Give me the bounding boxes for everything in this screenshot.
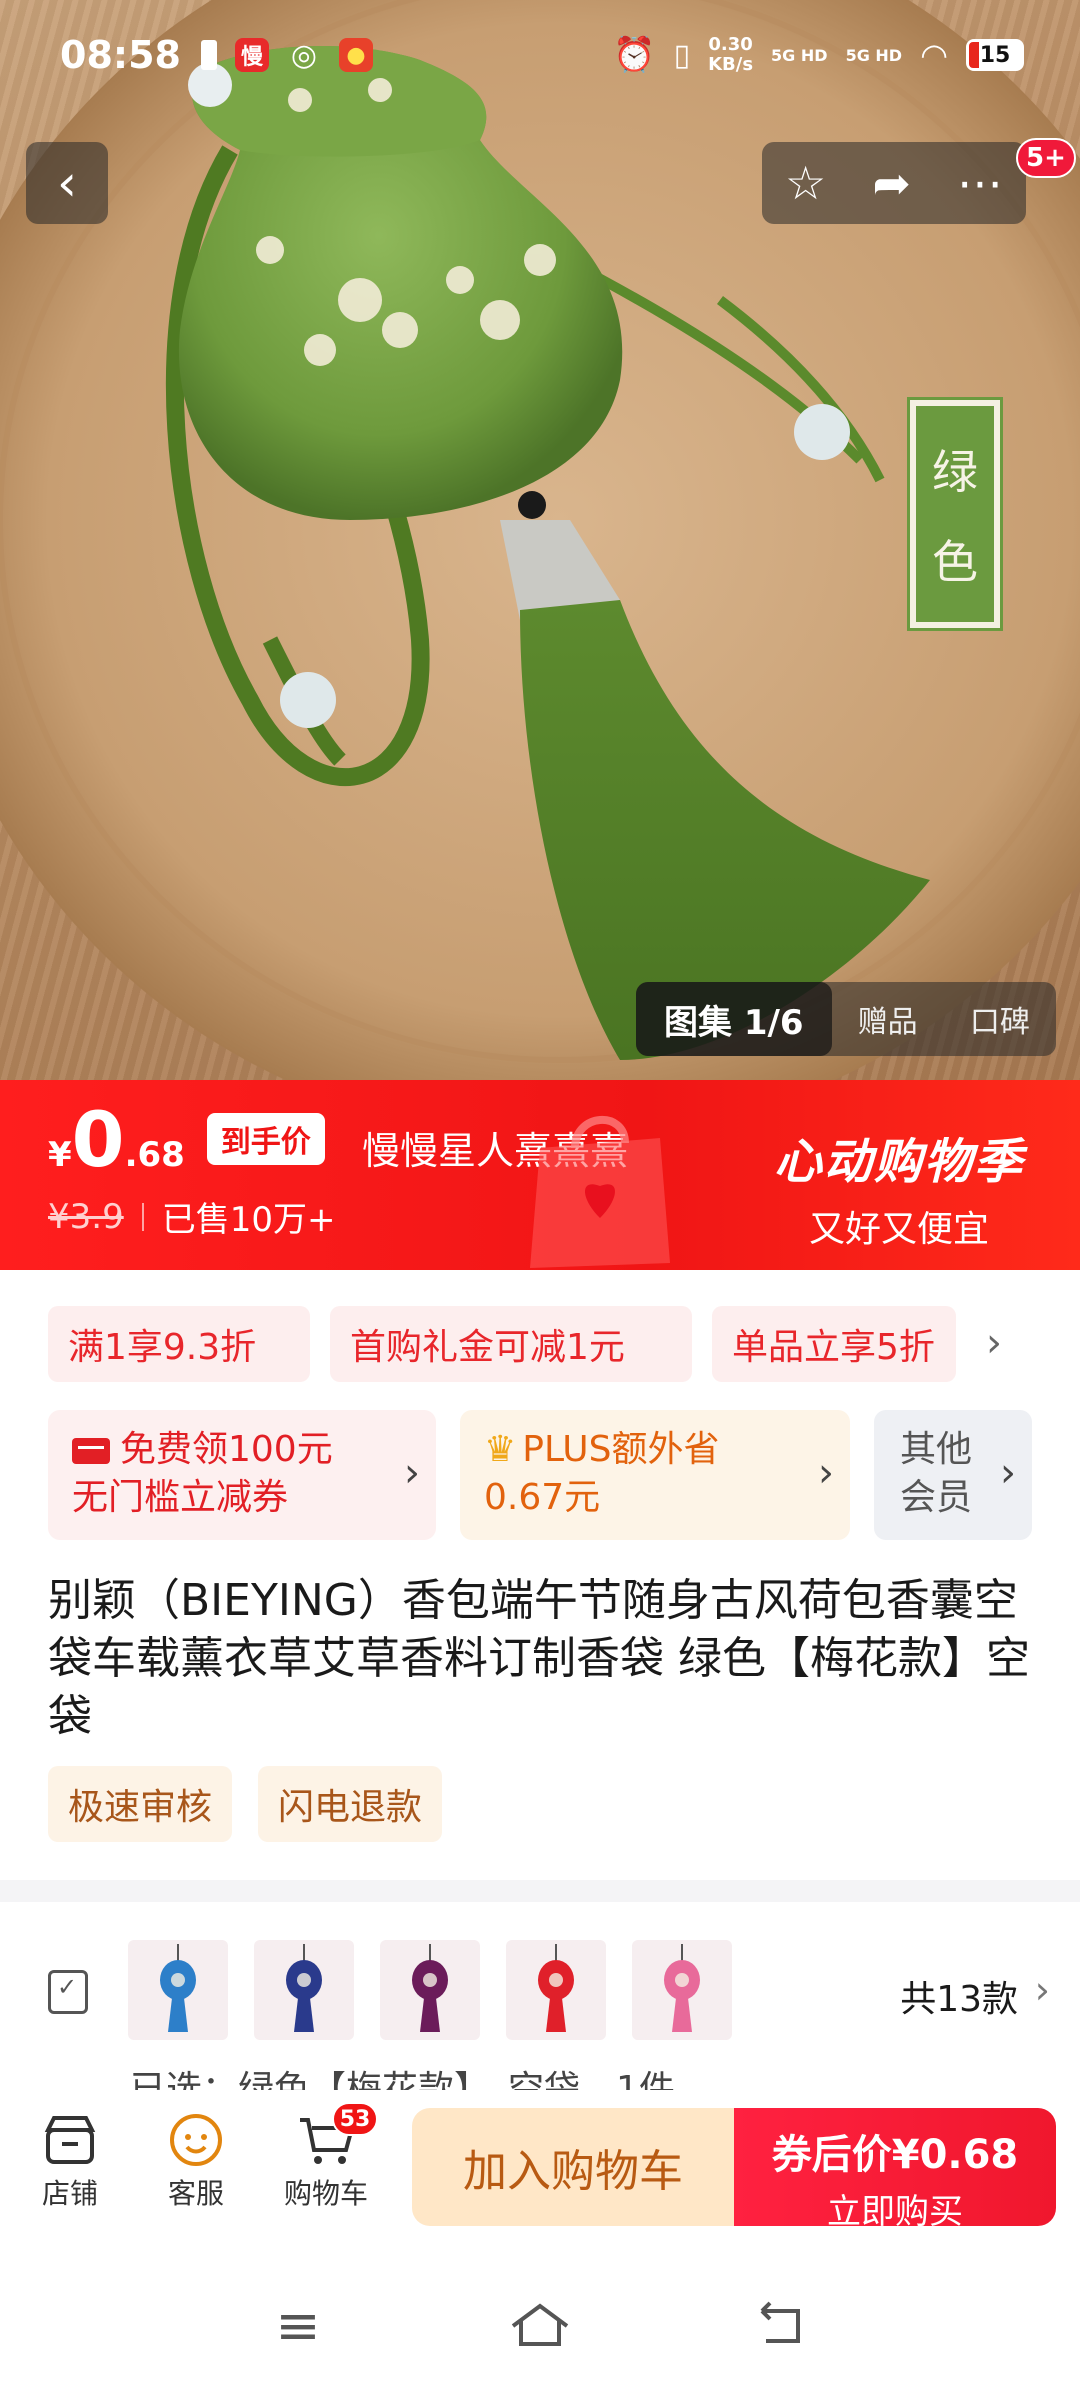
- top-actions: ☆ ➦ ⋯: [762, 142, 1026, 224]
- vibrate-icon: ▯: [673, 37, 691, 73]
- plus-savings-card[interactable]: ♛ PLUS额外省 0.67元 ›: [460, 1410, 850, 1540]
- benefit-cards: 免费领100元 无门槛立减券 › ♛ PLUS额外省 0.67元 › 其他 会员 …: [48, 1410, 1032, 1540]
- variant-selector[interactable]: 共13款 ›: [0, 1940, 1080, 2050]
- app-notification-icon: 慢: [234, 38, 269, 72]
- variant-thumbnail[interactable]: [506, 1940, 606, 2040]
- crown-icon: ♛: [484, 1429, 517, 1470]
- battery-icon: 15: [966, 39, 1024, 71]
- coupon-chips: 满1享9.3折 首购礼金可减1元 单品立享5折: [48, 1306, 956, 1382]
- back-button[interactable]: ‹: [26, 142, 108, 224]
- chevron-left-icon: ‹: [57, 154, 77, 212]
- coupon-chip[interactable]: 首购礼金可减1元: [330, 1306, 692, 1382]
- service-face-icon: [170, 2114, 222, 2166]
- signal-2-icon: 5G HD: [845, 45, 903, 65]
- original-price: ¥3.9: [48, 1196, 124, 1237]
- product-detail-page: 08:58 慢 ◎ ● ⏰ ▯ 0.30 KB/s 5G HD 5G HD ◠ 1…: [0, 0, 1080, 2400]
- customer-service-button[interactable]: 客服: [146, 2108, 246, 2212]
- color-label-tag: 绿 色: [907, 397, 1003, 631]
- tab-gift[interactable]: 赠品: [832, 997, 944, 1041]
- free-coupon-card[interactable]: 免费领100元 无门槛立减券 ›: [48, 1410, 436, 1540]
- variant-count: 共13款: [900, 1979, 1018, 2020]
- sim-icon: [200, 40, 217, 70]
- favorite-star-icon[interactable]: ☆: [785, 156, 826, 210]
- more-icon[interactable]: ⋯: [957, 156, 1003, 210]
- gallery-tabs: 图集 1/6 赠品 口碑: [636, 982, 1056, 1056]
- tab-gallery[interactable]: 图集 1/6: [636, 982, 832, 1056]
- alarm-icon: ⏰: [613, 35, 656, 75]
- final-price: ¥ 0 .68 到手价: [48, 1102, 325, 1179]
- clock: 08:58: [60, 33, 181, 77]
- cart-button[interactable]: 购物车 53: [276, 2102, 378, 2212]
- service-tags: 极速审核 闪电退款: [48, 1766, 443, 1842]
- share-icon[interactable]: ➦: [872, 156, 911, 210]
- network-speed: 0.30 KB/s: [708, 34, 754, 75]
- tab-reviews[interactable]: 口碑: [944, 997, 1056, 1041]
- variant-thumbnail[interactable]: [254, 1940, 354, 2040]
- service-tag: 极速审核: [48, 1766, 233, 1842]
- product-title: 别颖（BIEYING）香包端午节随身古风荷包香囊空袋车载薰衣草艾草香料订制香袋 …: [48, 1575, 1030, 1742]
- bottom-action-bar: 店铺 客服 购物车 53 加入购物车 券后价¥0.68 立即购买: [0, 2090, 1080, 2240]
- final-price-label: 到手价: [206, 1113, 325, 1165]
- buy-now-button[interactable]: 券后价¥0.68 立即购买: [734, 2108, 1056, 2232]
- signal-1-icon: 5G HD: [771, 45, 828, 65]
- menu-icon[interactable]: ≡: [258, 2290, 338, 2360]
- shop-button[interactable]: 店铺: [20, 2108, 120, 2212]
- message-badge: 5+: [1016, 138, 1076, 178]
- home-icon[interactable]: [500, 2290, 580, 2360]
- ticket-icon: [72, 1438, 110, 1464]
- chevron-right-icon: ›: [818, 1450, 834, 1496]
- variant-thumbnail[interactable]: [128, 1940, 228, 2040]
- cart-count-badge: 53: [332, 2102, 378, 2136]
- shopping-bag-icon: [530, 1115, 670, 1268]
- delivery-app-icon: ●: [338, 38, 373, 72]
- chevron-right-icon: ›: [1000, 1450, 1016, 1496]
- section-divider: [0, 1880, 1080, 1902]
- variant-thumbnail[interactable]: [380, 1940, 480, 2040]
- coupon-chip[interactable]: 单品立享5折: [712, 1306, 956, 1382]
- chevron-right-icon[interactable]: ›: [986, 1320, 1002, 1366]
- divider: [141, 1202, 144, 1231]
- add-to-cart-button[interactable]: 加入购物车: [412, 2108, 734, 2226]
- selected-variant-text: 已选：绿色【梅花款】，空袋，1件: [130, 2069, 675, 2090]
- chevron-right-icon: ›: [404, 1450, 420, 1496]
- variant-thumbnails: [128, 1940, 732, 2040]
- wechat-icon: ◎: [290, 37, 318, 73]
- campaign-banner[interactable]: 心动购物季 又好又便宜: [774, 1122, 1024, 1252]
- system-nav-bar: ≡: [0, 2240, 1080, 2400]
- sold-count: 已售10万+: [161, 1200, 336, 1240]
- status-bar: 08:58 慢 ◎ ● ⏰ ▯ 0.30 KB/s 5G HD 5G HD ◠ 1…: [0, 0, 1080, 110]
- service-tag: 闪电退款: [258, 1766, 443, 1842]
- coupon-chip[interactable]: 满1享9.3折: [48, 1306, 310, 1382]
- chevron-right-icon: ›: [1034, 1968, 1050, 2012]
- wifi-icon: ◠: [920, 36, 948, 74]
- back-nav-icon[interactable]: [742, 2290, 822, 2360]
- variant-thumbnail[interactable]: [632, 1940, 732, 2040]
- selected-sku-icon: [48, 1970, 88, 2014]
- store-icon: [44, 2116, 96, 2164]
- product-image-gallery[interactable]: 08:58 慢 ◎ ● ⏰ ▯ 0.30 KB/s 5G HD 5G HD ◠ 1…: [0, 0, 1080, 1080]
- other-membership-card[interactable]: 其他 会员 ›: [874, 1410, 1032, 1540]
